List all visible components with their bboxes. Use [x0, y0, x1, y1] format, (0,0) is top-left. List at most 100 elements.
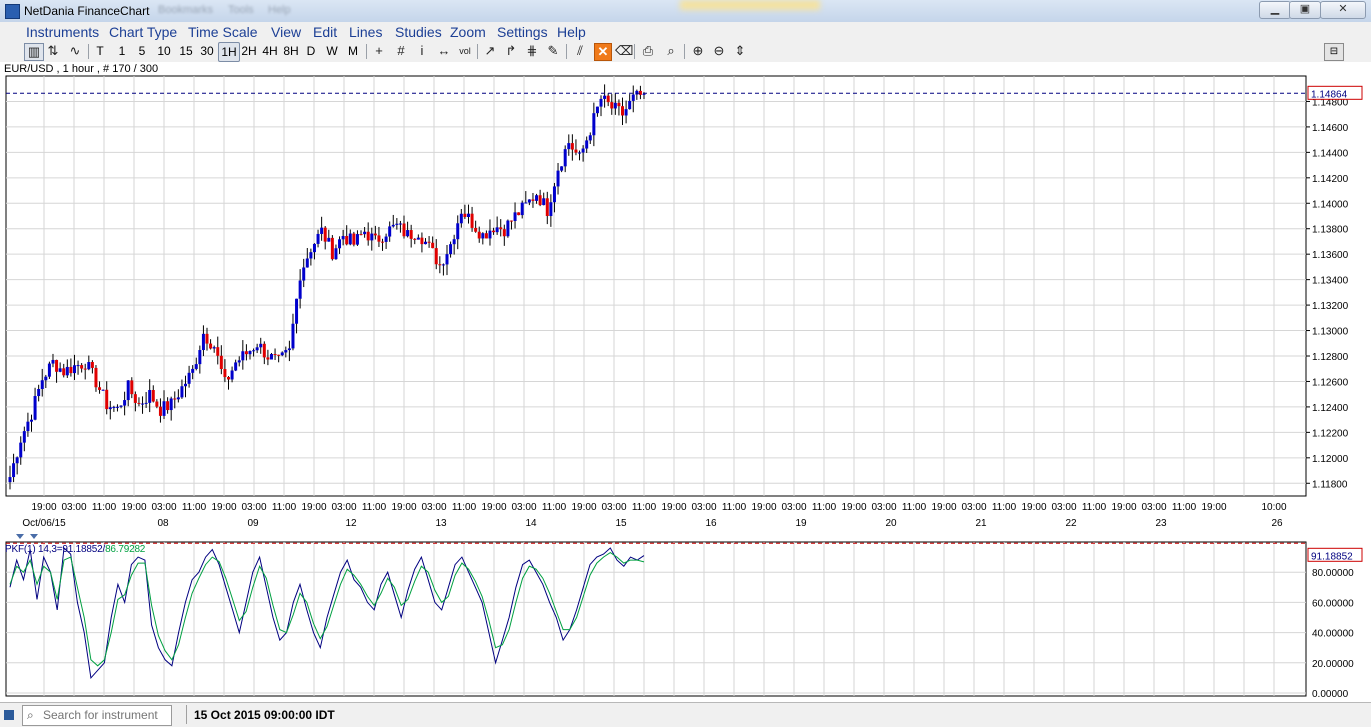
toolbar-separator	[684, 44, 685, 59]
maximize-button[interactable]: ▣	[1289, 1, 1321, 19]
candle-body	[524, 202, 528, 204]
candle-body	[341, 235, 345, 240]
timescale-d[interactable]: D	[305, 42, 317, 60]
x-axis-date-label: 15	[615, 518, 627, 529]
menu-studies[interactable]: Studies	[395, 24, 442, 40]
close-button[interactable]: ✕	[1320, 1, 1366, 19]
candle-body	[574, 149, 578, 153]
candle-body	[585, 140, 589, 149]
candle-body	[495, 227, 499, 233]
x-axis-time-label: 03:00	[1141, 502, 1166, 513]
minimize-button[interactable]: ▁	[1259, 1, 1291, 19]
candle-body	[545, 198, 549, 217]
menu-zoom[interactable]: Zoom	[450, 24, 486, 40]
zoom-in-icon[interactable]: ⊕	[690, 43, 706, 59]
candle-body	[599, 98, 603, 107]
scroll-left-icon[interactable]	[16, 534, 24, 539]
toolbar-separator	[477, 44, 478, 59]
menu-instruments[interactable]: Instruments	[26, 24, 99, 40]
candle-body	[80, 365, 84, 369]
menu-edit[interactable]: Edit	[313, 24, 337, 40]
candle-body	[592, 113, 596, 136]
indicator-y-label: 60.00000	[1312, 598, 1354, 609]
channel-icon[interactable]: ⫽	[572, 43, 588, 59]
toolbar-separator	[634, 44, 635, 59]
timescale-10[interactable]: 10	[155, 42, 173, 60]
volume-icon[interactable]: vol	[457, 43, 473, 59]
timescale-m[interactable]: M	[345, 42, 361, 60]
fibonacci-icon[interactable]: ⋕	[524, 43, 540, 59]
x-axis-time-label: 19:00	[571, 502, 596, 513]
timescale-8h[interactable]: 8H	[282, 42, 300, 60]
chart-area[interactable]: 1.11800 1.12000 1.12200 1.12400 1.12600 1.128…	[0, 62, 1371, 702]
menu-time-scale[interactable]: Time Scale	[188, 24, 258, 40]
search-input[interactable]	[43, 708, 167, 722]
pencil-icon[interactable]: ✎	[545, 43, 561, 59]
candle-body	[273, 354, 277, 356]
candle-body	[22, 431, 26, 443]
preview-icon[interactable]: ⌕	[663, 43, 679, 59]
trendline-icon[interactable]: ↗	[482, 43, 498, 59]
timescale-1[interactable]: 1	[116, 42, 128, 60]
candle-body	[459, 213, 463, 224]
candle-body	[477, 231, 481, 239]
x-axis-time-label: 11:00	[1172, 502, 1197, 513]
menu-help[interactable]: Help	[557, 24, 586, 40]
candle-body	[345, 235, 349, 245]
ray-icon[interactable]: ↱	[503, 43, 519, 59]
x-axis-time-label: 11:00	[272, 502, 297, 513]
timescale-4h[interactable]: 4H	[261, 42, 279, 60]
ohlc-icon[interactable]: ⇅	[44, 43, 62, 59]
scroll-right-icon[interactable]	[30, 534, 38, 539]
blurred-tab-1[interactable]: Bookmarks	[158, 4, 213, 16]
candle-body	[126, 380, 130, 401]
timescale-30[interactable]: 30	[198, 42, 216, 60]
x-axis-time-label: 11:00	[992, 502, 1017, 513]
candle-body	[280, 352, 284, 356]
x-axis-time-label: 03:00	[871, 502, 896, 513]
toolbar-separator	[566, 44, 567, 59]
menu-lines[interactable]: Lines	[349, 24, 382, 40]
x-axis-date-label: 08	[157, 518, 169, 529]
zoom-out-icon[interactable]: ⊖	[711, 43, 727, 59]
y-axis-label: 1.13200	[1312, 301, 1349, 312]
delete-icon[interactable]: ✕	[594, 43, 612, 61]
candle-body	[434, 248, 438, 265]
print-icon[interactable]: ⎙	[640, 43, 656, 59]
timescale-2h[interactable]: 2H	[240, 42, 258, 60]
candle-body	[352, 233, 356, 245]
candle-body	[201, 333, 205, 351]
line-chart-icon[interactable]: ∿	[66, 43, 84, 59]
horizontal-arrows-icon[interactable]: ↔	[436, 43, 452, 59]
candle-body	[621, 106, 625, 116]
candle-body	[169, 398, 173, 411]
x-axis-time-label: 19:00	[1021, 502, 1046, 513]
candle-body	[395, 223, 399, 225]
menu-view[interactable]: View	[271, 24, 301, 40]
candle-body	[87, 362, 91, 370]
blurred-tab-3[interactable]: Help	[268, 4, 291, 16]
timescale-5[interactable]: 5	[136, 42, 148, 60]
search-box[interactable]: ⌕	[22, 705, 172, 726]
blurred-tab-2[interactable]: Tools	[228, 4, 254, 16]
last-price-label: 1.14864	[1311, 89, 1348, 100]
menu-chart-type[interactable]: Chart Type	[109, 24, 177, 40]
chart-canvas[interactable]: 1.11800 1.12000 1.12200 1.12400 1.12600 1.128…	[0, 62, 1371, 702]
timescale-w[interactable]: W	[324, 42, 340, 60]
timescale-15[interactable]: 15	[177, 42, 195, 60]
bar-chart-icon[interactable]: ▥	[24, 43, 44, 61]
info-icon[interactable]: i	[414, 43, 430, 59]
menu-settings[interactable]: Settings	[497, 24, 548, 40]
candle-body	[269, 354, 273, 360]
grid-icon[interactable]: #	[393, 43, 409, 59]
timescale-1h[interactable]: 1H	[218, 42, 240, 62]
candle-body	[244, 351, 248, 355]
delete-all-icon[interactable]: ⌫	[615, 43, 633, 59]
x-axis-time-label: 19:00	[1201, 502, 1226, 513]
panel-toggle-button[interactable]: ⊟	[1324, 43, 1344, 61]
zoom-fit-icon[interactable]: ⇕	[732, 43, 748, 59]
timescale-t[interactable]: T	[94, 42, 106, 60]
candle-body	[578, 152, 582, 154]
indicator-y-label: 40.00000	[1312, 629, 1354, 640]
crosshair-icon[interactable]: +	[371, 43, 387, 59]
